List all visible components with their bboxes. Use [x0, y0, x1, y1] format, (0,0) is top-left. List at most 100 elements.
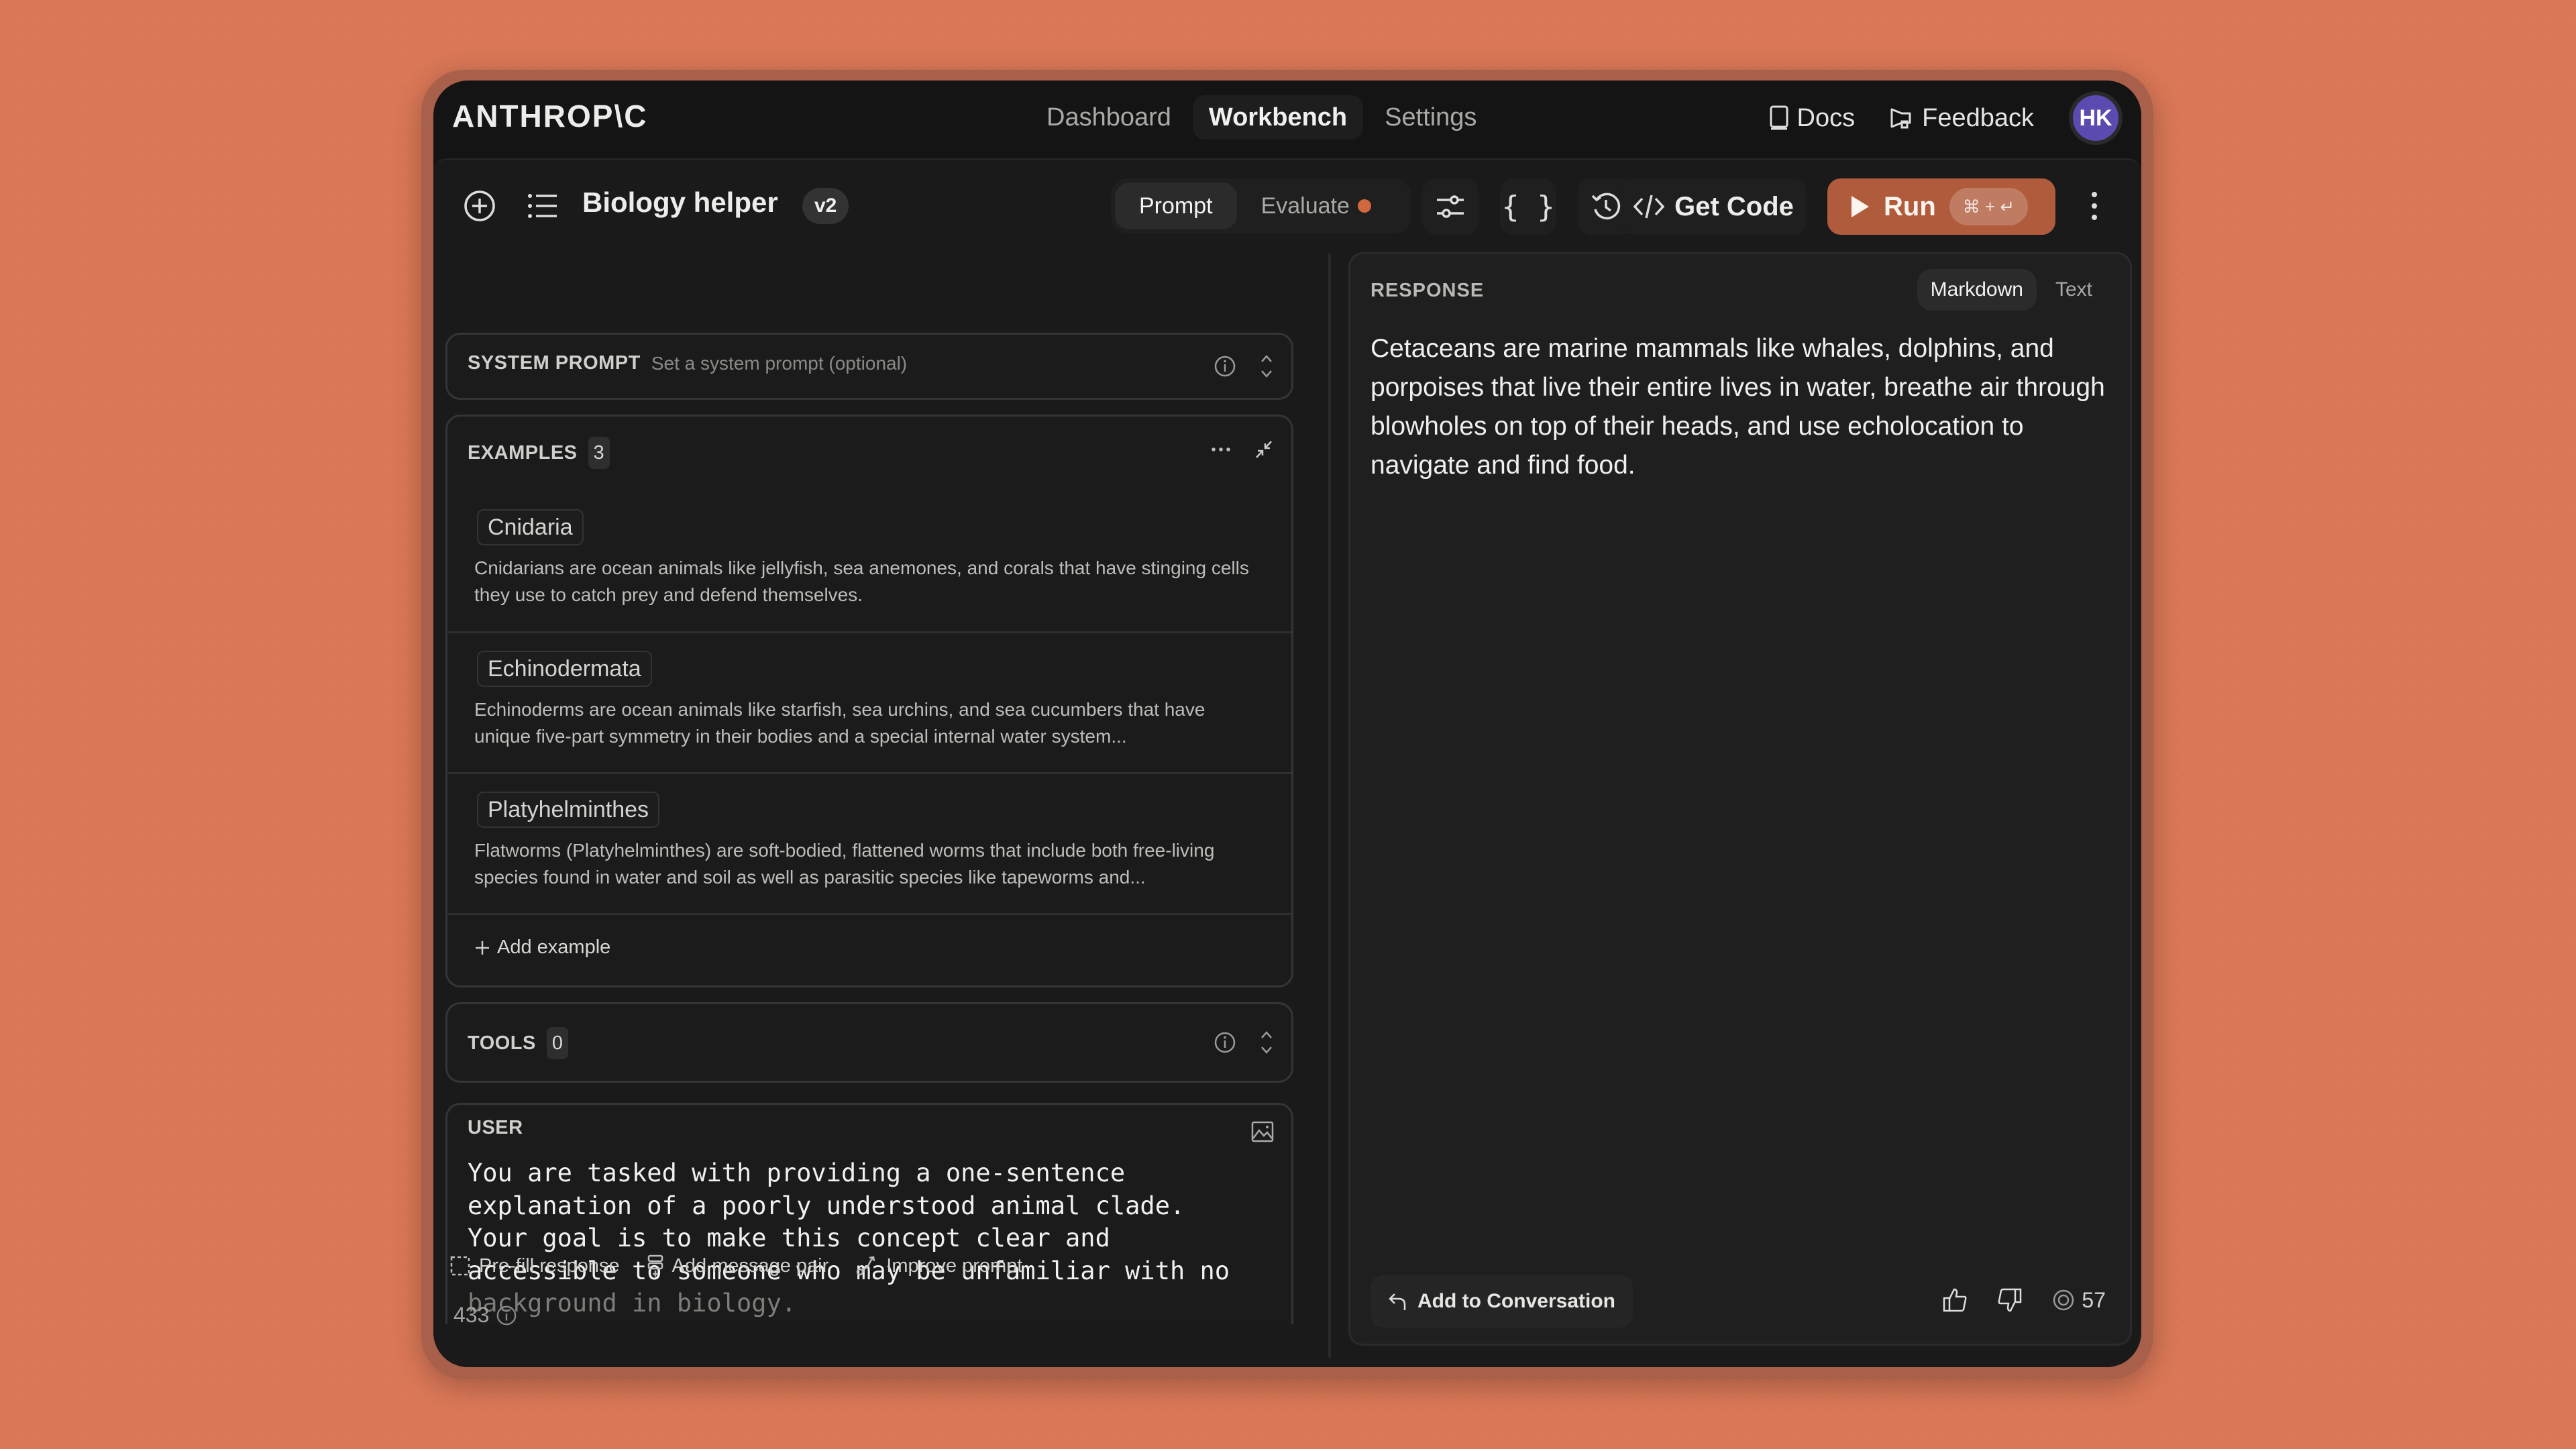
new-prompt-button[interactable]	[458, 184, 502, 228]
token-icon	[2052, 1289, 2075, 1311]
format-toggle: Markdown Text	[1917, 269, 2106, 311]
tab-evaluate[interactable]: Evaluate	[1237, 182, 1395, 229]
workspace: Biology helper v2 Prompt Evaluate { } Ge…	[433, 158, 2141, 1367]
user-actions: Pre-fill response Add message pair Impro…	[449, 1254, 1022, 1277]
image-upload-icon[interactable]	[1251, 1121, 1274, 1142]
nav-tab-workbench[interactable]: Workbench	[1192, 95, 1364, 140]
workbench-app: ANTHROP\C Dashboard Workbench Settings D…	[433, 80, 2141, 1367]
feedback-label: Feedback	[1922, 103, 2034, 132]
code-icon	[1633, 193, 1665, 220]
model-settings-button[interactable]	[1422, 178, 1479, 235]
user-message-input[interactable]: You are tasked with providing a one-sent…	[468, 1157, 1273, 1320]
nav-tab-dashboard[interactable]: Dashboard	[1030, 95, 1187, 140]
improve-prompt-label: Improve prompt	[886, 1254, 1023, 1277]
system-prompt-card[interactable]: SYSTEM PROMPT Set a system prompt (optio…	[445, 333, 1293, 400]
get-code-label: Get Code	[1674, 191, 1794, 221]
output-token-count: 57	[2052, 1288, 2106, 1313]
add-message-pair-button[interactable]: Add message pair	[647, 1254, 829, 1277]
nav-tabs: Dashboard Workbench Settings	[1030, 95, 1493, 140]
run-label: Run	[1884, 191, 1936, 221]
version-badge[interactable]: v2	[802, 188, 849, 224]
thumbs-up-icon[interactable]	[1942, 1287, 1968, 1313]
info-icon[interactable]	[496, 1305, 517, 1326]
more-options-button[interactable]	[2078, 184, 2110, 228]
variables-button[interactable]: { }	[1500, 178, 1556, 235]
add-message-pair-label: Add message pair	[672, 1254, 829, 1277]
mode-switch: Prompt Evaluate	[1111, 178, 1411, 233]
improve-prompt-button[interactable]: Improve prompt	[855, 1254, 1022, 1277]
toolbar: Biology helper v2 Prompt Evaluate { } Ge…	[433, 160, 2141, 252]
prefill-response-button[interactable]: Pre-fill response	[449, 1254, 620, 1277]
examples-count: 3	[588, 437, 610, 469]
example-text: Flatworms (Platyhelminthes) are soft-bod…	[474, 840, 1215, 888]
info-icon[interactable]	[1214, 355, 1236, 378]
nav-tab-settings[interactable]: Settings	[1368, 95, 1493, 140]
braces-icon: { }	[1501, 189, 1555, 224]
user-line: Your goal is to make this concept clear …	[468, 1224, 1110, 1252]
add-to-conversation-button[interactable]: Add to Conversation	[1371, 1275, 1633, 1328]
format-text[interactable]: Text	[2042, 269, 2106, 311]
example-title[interactable]: Cnidaria	[477, 509, 584, 545]
docs-label: Docs	[1796, 103, 1856, 132]
example-text: Echinoderms are ocean animals like starf…	[474, 699, 1205, 747]
tab-prompt[interactable]: Prompt	[1115, 182, 1237, 229]
nav-right: Docs Feedback HK	[1769, 91, 2123, 145]
example-item[interactable]: Echinodermata Echinoderms are ocean anim…	[447, 631, 1291, 772]
examples-label: EXAMPLES	[468, 441, 578, 464]
reply-arrow-icon	[1388, 1291, 1408, 1311]
add-example-row: Add example	[447, 913, 1291, 987]
response-panel: RESPONSE Markdown Text Cetaceans are mar…	[1348, 252, 2132, 1346]
tools-label: TOOLS	[468, 1032, 536, 1054]
expand-collapse-icon[interactable]	[1259, 1030, 1274, 1055]
history-icon	[1590, 191, 1622, 223]
user-line: explanation of a poorly understood anima…	[468, 1191, 1185, 1220]
wand-icon	[855, 1255, 878, 1277]
anthropic-logo: ANTHROP\C	[452, 99, 648, 133]
example-title[interactable]: Echinodermata	[477, 651, 652, 687]
feedback-link[interactable]: Feedback	[1890, 104, 2034, 133]
response-actions: 57	[1942, 1287, 2106, 1313]
add-to-conversation-label: Add to Conversation	[1417, 1290, 1616, 1312]
docs-link[interactable]: Docs	[1769, 103, 1856, 133]
system-prompt-input[interactable]: Set a system prompt (optional)	[651, 353, 907, 374]
get-code-button[interactable]: Get Code	[1621, 178, 1806, 235]
example-title[interactable]: Platyhelminthes	[477, 792, 660, 828]
expand-collapse-icon[interactable]	[1259, 354, 1274, 379]
example-item[interactable]: Cnidaria Cnidarians are ocean animals li…	[447, 490, 1291, 631]
format-markdown[interactable]: Markdown	[1917, 269, 2037, 311]
run-shortcut: ⌘ + ↵	[1949, 188, 2029, 225]
message-pair-icon	[647, 1254, 664, 1277]
user-avatar[interactable]: HK	[2069, 91, 2123, 145]
user-label: USER	[468, 1117, 523, 1138]
thumbs-down-icon[interactable]	[1997, 1287, 2023, 1313]
prefill-icon	[449, 1255, 471, 1277]
run-button[interactable]: Run ⌘ + ↵	[1827, 178, 2055, 235]
add-example-button[interactable]: Add example	[474, 936, 610, 959]
book-icon	[1769, 105, 1789, 131]
play-icon	[1850, 195, 1870, 219]
sliders-icon	[1436, 192, 1465, 221]
tools-card[interactable]: TOOLS 0	[445, 1002, 1293, 1083]
megaphone-icon	[1890, 107, 1914, 129]
ellipsis-icon[interactable]	[1211, 446, 1231, 453]
prompt-title[interactable]: Biology helper	[582, 186, 778, 219]
response-label: RESPONSE	[1371, 280, 1485, 301]
token-count: 433	[453, 1303, 517, 1328]
user-line: background in biology.	[468, 1289, 797, 1318]
tools-count: 0	[546, 1027, 569, 1059]
evaluate-status-dot	[1357, 199, 1371, 213]
info-icon[interactable]	[1214, 1031, 1236, 1054]
tab-evaluate-label: Evaluate	[1260, 193, 1350, 219]
example-item[interactable]: Platyhelminthes Flatworms (Platyhelminth…	[447, 772, 1291, 913]
output-token-value: 57	[2082, 1287, 2106, 1312]
user-message-card: USER You are tasked with providing a one…	[445, 1103, 1293, 1324]
token-count-value: 433	[453, 1303, 490, 1327]
prompt-list-button[interactable]	[521, 184, 565, 228]
add-circle-icon	[463, 189, 496, 223]
collapse-arrows-icon[interactable]	[1254, 439, 1274, 460]
panel-divider[interactable]	[1328, 254, 1331, 1358]
examples-card: EXAMPLES 3 Cnidaria Cnidarians are ocean…	[445, 415, 1293, 987]
response-text: Cetaceans are marine mammals like whales…	[1371, 334, 2105, 480]
user-line: You are tasked with providing a one-sent…	[468, 1159, 1126, 1187]
add-example-label: Add example	[497, 936, 611, 958]
